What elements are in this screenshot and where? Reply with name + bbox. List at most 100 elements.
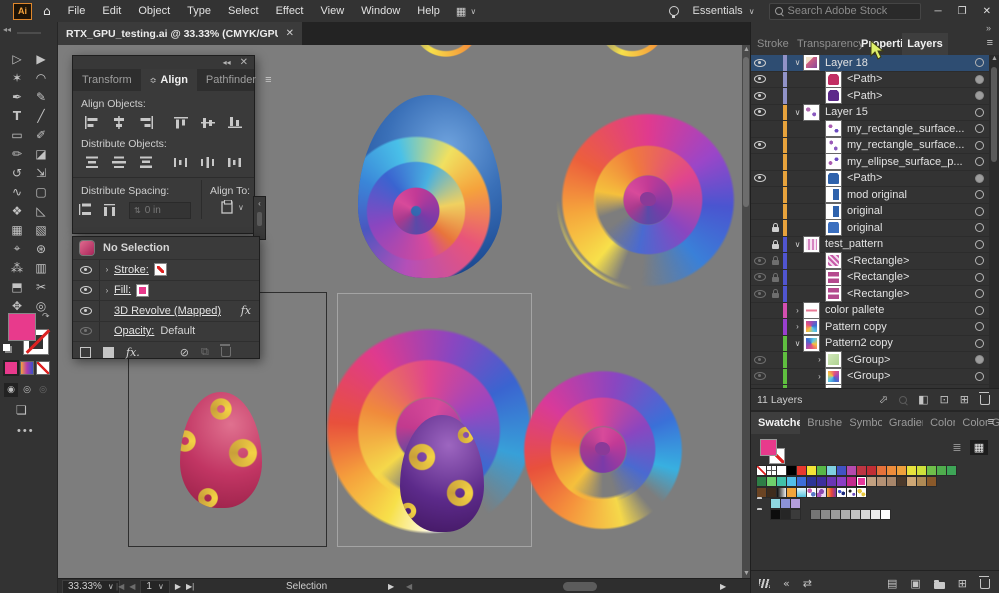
- default-fill-stroke-icon[interactable]: [3, 344, 10, 351]
- layer-thumbnail[interactable]: [826, 368, 841, 384]
- expand-chevron[interactable]: ∨: [791, 240, 804, 249]
- screen-mode-icon[interactable]: ❏: [16, 403, 27, 417]
- swatch[interactable]: [791, 499, 800, 508]
- lock-toggle[interactable]: [768, 239, 783, 249]
- home-icon[interactable]: ⌂: [43, 4, 51, 18]
- layer-label[interactable]: <Rectangle>: [847, 271, 968, 283]
- layer-label[interactable]: my_rectangle_surface...: [847, 139, 968, 151]
- layer-label[interactable]: my_ellipse_surface_p...: [847, 156, 968, 168]
- layer-label[interactable]: <Rectangle>: [847, 255, 968, 267]
- swatch[interactable]: [811, 510, 820, 519]
- layer-label[interactable]: <Path>: [847, 172, 968, 184]
- swatch[interactable]: [877, 477, 886, 486]
- distribute-vcenter-button[interactable]: [106, 153, 131, 171]
- swatch[interactable]: [807, 477, 816, 486]
- delete-swatch-icon[interactable]: [979, 575, 990, 589]
- layer-row[interactable]: <Rectangle>: [751, 253, 990, 270]
- layer-thumbnail[interactable]: [826, 187, 841, 203]
- swatch[interactable]: [937, 466, 946, 475]
- show-swatch-kinds-icon[interactable]: «: [783, 577, 790, 590]
- effect-visibility-icon[interactable]: [80, 306, 92, 315]
- tab-pathfinder[interactable]: Pathfinder: [197, 69, 265, 91]
- visibility-toggle[interactable]: [751, 75, 768, 84]
- horizontal-spacing-button[interactable]: [98, 201, 123, 219]
- target-circle[interactable]: [968, 223, 990, 233]
- swatch[interactable]: [771, 510, 780, 519]
- rotate-tool-icon[interactable]: ↺: [5, 163, 29, 182]
- swatch[interactable]: [817, 477, 826, 486]
- target-circle[interactable]: [968, 322, 990, 332]
- target-circle[interactable]: [968, 107, 990, 117]
- toolbar-drag-handle[interactable]: [17, 32, 41, 34]
- layer-thumbnail[interactable]: [826, 170, 841, 186]
- draw-inside-mode[interactable]: ◎: [36, 383, 50, 397]
- layer-row[interactable]: <Rectangle>: [751, 269, 990, 286]
- grid-view-icon[interactable]: ▦: [970, 440, 988, 455]
- collapse-toolbar-icon[interactable]: ◂◂: [3, 25, 11, 34]
- add-new-fill-icon[interactable]: [103, 346, 114, 358]
- restore-button[interactable]: ❐: [958, 6, 967, 17]
- spacing-value-field[interactable]: ⇅ 0 in: [129, 202, 191, 219]
- swatch[interactable]: [861, 510, 870, 519]
- lasso-tool-icon[interactable]: ◠: [29, 68, 53, 87]
- visibility-toggle[interactable]: [751, 289, 768, 298]
- make-clipping-mask-icon[interactable]: ◧: [918, 393, 928, 406]
- layer-label[interactable]: my_rectangle_surface...: [847, 123, 968, 135]
- status-flyout-icon[interactable]: ▶: [388, 582, 394, 591]
- swap-fill-stroke-icon[interactable]: ↷: [42, 312, 50, 322]
- swatch[interactable]: [907, 466, 916, 475]
- swatch[interactable]: [797, 488, 806, 497]
- distribute-hcenter-button[interactable]: [195, 153, 220, 171]
- menu-view[interactable]: View: [321, 5, 345, 17]
- visibility-toggle[interactable]: [751, 58, 768, 67]
- delete-item-icon[interactable]: [219, 344, 231, 357]
- mesh-tool-icon[interactable]: ▦: [5, 220, 29, 239]
- blue-egg-artwork[interactable]: [358, 95, 502, 278]
- edit-toolbar-icon[interactable]: •••: [17, 425, 35, 437]
- collapse-panel-icon[interactable]: ◂◂: [223, 58, 231, 67]
- tab-color[interactable]: Color: [923, 412, 955, 434]
- layer-row[interactable]: <Path>: [751, 170, 990, 187]
- swatch-pattern[interactable]: [837, 488, 846, 497]
- add-effect-icon[interactable]: fx.: [126, 346, 140, 359]
- duplicate-item-icon[interactable]: ⧉: [201, 345, 209, 359]
- collapse-strip-icon[interactable]: ‹: [258, 199, 261, 208]
- distribute-right-button[interactable]: [222, 153, 247, 171]
- minimize-button[interactable]: ─: [935, 6, 942, 17]
- spiral-artwork-bottom-right[interactable]: [523, 370, 683, 530]
- partial-spiral-top-left[interactable]: [410, 45, 482, 59]
- swatch[interactable]: [927, 477, 936, 486]
- lock-toggle[interactable]: [768, 272, 783, 282]
- swatch[interactable]: [791, 510, 800, 519]
- document-tab[interactable]: RTX_GPU_testing.ai @ 33.33% (CMYK/GPU Pr…: [58, 22, 302, 45]
- lock-toggle[interactable]: [768, 289, 783, 299]
- swatch[interactable]: [827, 488, 836, 497]
- layer-label[interactable]: test_pattern: [825, 238, 968, 250]
- swatch[interactable]: [777, 488, 786, 497]
- canvas-vertical-scrollbar[interactable]: ▲ ▼: [742, 45, 750, 578]
- visibility-toggle[interactable]: [751, 273, 768, 282]
- visibility-toggle[interactable]: [751, 108, 768, 117]
- layer-thumbnail[interactable]: [804, 104, 819, 120]
- swatch[interactable]: [897, 466, 906, 475]
- swatch[interactable]: [781, 510, 790, 519]
- align-hcenter-button[interactable]: [106, 113, 131, 131]
- menu-object[interactable]: Object: [138, 5, 170, 17]
- expand-dock-icon[interactable]: »: [986, 23, 991, 33]
- target-circle[interactable]: [968, 206, 990, 216]
- swatch[interactable]: [841, 510, 850, 519]
- target-circle[interactable]: [968, 74, 990, 84]
- new-swatch-icon[interactable]: ⊞: [958, 577, 967, 590]
- swatch-none[interactable]: [757, 466, 766, 475]
- column-graph-tool-icon[interactable]: ▥: [29, 258, 53, 277]
- target-circle[interactable]: [968, 157, 990, 167]
- swatch[interactable]: [767, 488, 776, 497]
- symbol-sprayer-tool-icon[interactable]: ⁂: [5, 258, 29, 277]
- layer-thumbnail[interactable]: [826, 121, 841, 137]
- visibility-toggle[interactable]: [751, 174, 768, 183]
- layer-row[interactable]: ∨ test_pattern: [751, 236, 990, 253]
- expand-chevron[interactable]: ∨: [791, 339, 804, 348]
- layer-label[interactable]: <Path>: [847, 73, 968, 85]
- scrollbar-handle[interactable]: [743, 57, 749, 207]
- color-button[interactable]: [3, 360, 19, 376]
